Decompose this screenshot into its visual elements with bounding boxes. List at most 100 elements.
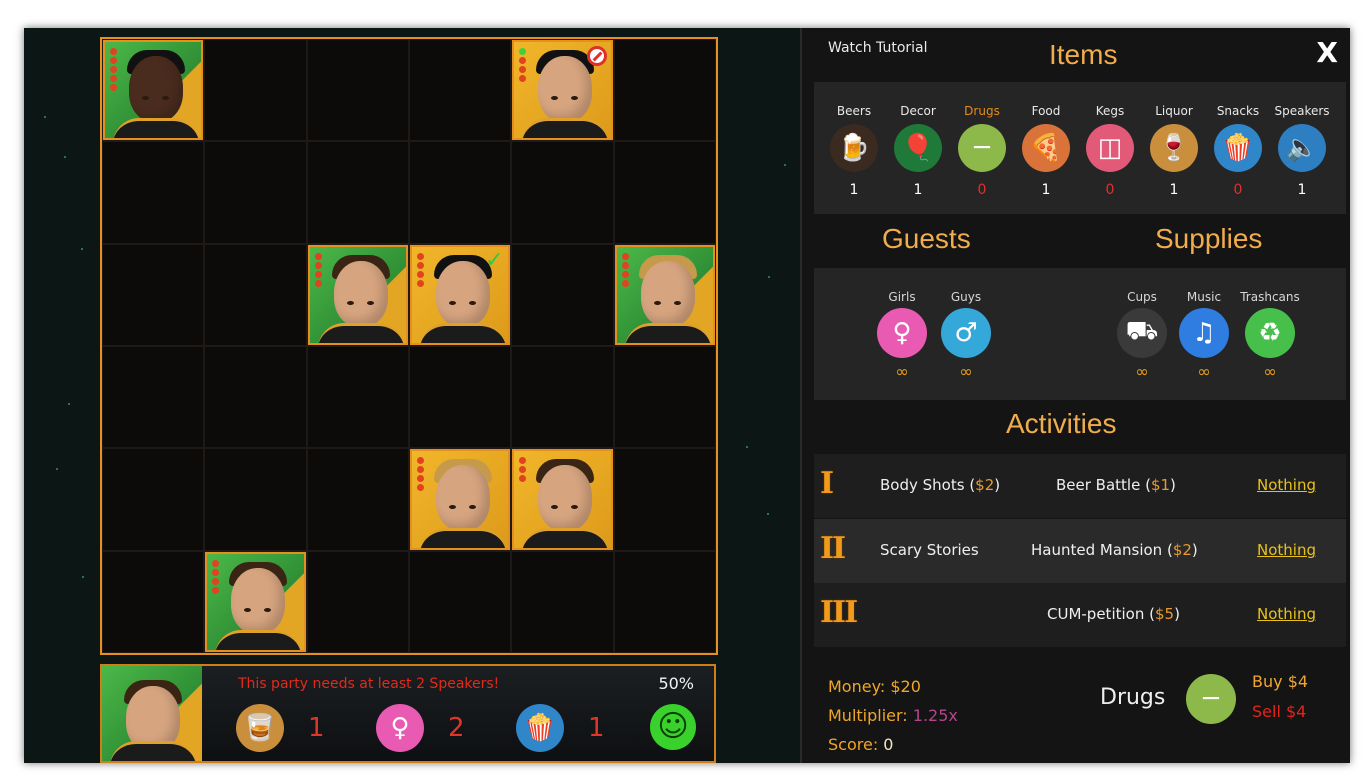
grid-cell[interactable] [613,243,716,346]
item-label: Speakers [1274,104,1330,118]
guest-portrait[interactable]: ✓ [410,244,511,345]
star [81,248,83,250]
prohibited-icon [586,46,607,66]
slot-label: Cups [1127,290,1157,304]
activity-option[interactable]: Scary Stories [880,541,979,559]
grid-cell[interactable] [102,448,205,551]
grid-cell[interactable] [409,141,512,244]
grid-cell[interactable] [102,243,205,346]
grid-cell[interactable] [204,346,307,449]
grid-cell[interactable] [409,39,512,142]
mood-dot [621,279,629,287]
grid-cell[interactable] [204,141,307,244]
shirt [317,323,404,343]
score-label: Score: [828,735,879,754]
grid-cell[interactable] [102,550,205,653]
buy-button[interactable]: Buy $4 [1252,672,1308,691]
item-qty: 1 [1297,182,1307,198]
grid-cell[interactable] [409,346,512,449]
activity-option[interactable]: CUM-petition ($5) [1047,605,1180,623]
shirt [624,323,711,343]
grid-cell[interactable] [613,346,716,449]
grid-cell[interactable] [511,550,614,653]
tier-numeral: II [820,531,846,566]
activity-option[interactable]: Beer Battle ($1) [1056,476,1176,494]
activity-option[interactable]: Haunted Mansion ($2) [1031,541,1198,559]
grid-cell[interactable] [511,346,614,449]
guest-info-bar: This party needs at least 2 Speakers! 50… [100,664,716,763]
guest-portrait[interactable] [512,40,613,141]
item-label: Liquor [1155,104,1193,118]
guest-portrait[interactable] [205,551,306,652]
shirt [420,527,506,548]
grid-cell[interactable] [409,448,512,551]
watch-tutorial-link[interactable]: Watch Tutorial [828,40,928,56]
grid-cell[interactable] [511,448,614,551]
grid-cell[interactable] [306,346,409,449]
grid-cell[interactable] [102,141,205,244]
grid-cell[interactable] [306,448,409,551]
grid-cell[interactable] [204,448,307,551]
grid-cell[interactable]: ✓ [409,243,512,346]
item-kegs[interactable]: Kegs ◫ 0 [1078,104,1142,198]
grid-cell[interactable] [613,39,716,142]
activity-choice-link[interactable]: Nothing [1257,541,1316,559]
guest-portrait[interactable] [307,244,408,345]
item-qty: 0 [977,182,987,198]
grid-cell[interactable] [409,550,512,653]
grid-cell[interactable] [306,550,409,653]
grid-cell[interactable] [204,243,307,346]
item-qty: 0 [1233,182,1243,198]
guest-portrait[interactable] [410,449,511,550]
grid-cell[interactable] [102,39,205,142]
grid-cell[interactable] [511,243,614,346]
guests-title: Guests [882,223,971,254]
slot-label: Guys [950,290,982,304]
item-liquor[interactable]: Liquor 🍷 1 [1142,104,1206,198]
infinite-qty: ∞ [895,362,909,381]
guest-girls[interactable]: Girls ♀ ∞ [872,290,932,381]
supplie-music[interactable]: Music ♫ ∞ [1174,290,1234,381]
shirt [522,527,609,548]
mood-dot [519,66,527,73]
item-drugs[interactable]: Drugs ─ 0 [950,104,1014,198]
grid-cell[interactable] [613,550,716,653]
satisfaction-percent: 50% [658,674,694,693]
selected-guest-portrait[interactable] [102,666,202,761]
activity-tier-2: II Scary Stories Haunted Mansion ($2) Nothi… [814,519,1346,583]
buy-price: $4 [1287,672,1309,691]
star [56,468,58,470]
supplie-cups[interactable]: Cups ⛟ ∞ [1112,290,1172,381]
item-speakers[interactable]: Speakers 🔈 1 [1270,104,1334,198]
item-beers[interactable]: Beers 🍺 1 [822,104,886,198]
grid-cell[interactable] [511,39,614,142]
shirt [420,323,506,343]
grid-cell[interactable] [306,141,409,244]
item-food[interactable]: Food 🍕 1 [1014,104,1078,198]
guest-portrait[interactable] [512,449,613,550]
grid-cell[interactable] [511,141,614,244]
guest-guys[interactable]: Guys ♂ ∞ [936,290,996,381]
grid-cell[interactable] [306,243,409,346]
close-button[interactable]: X [1316,36,1338,69]
grid-cell[interactable] [306,39,409,142]
grid-cell[interactable] [204,39,307,142]
guest-portrait[interactable] [614,244,715,345]
item-snacks[interactable]: Snacks 🍿 0 [1206,104,1270,198]
grid-cell[interactable] [613,141,716,244]
face [436,465,490,532]
item-decor[interactable]: Decor 🎈 1 [886,104,950,198]
sell-button[interactable]: Sell $4 [1252,702,1306,721]
guest-portrait[interactable] [103,40,204,141]
activity-choice-link[interactable]: Nothing [1257,605,1316,623]
grid-cell[interactable] [204,550,307,653]
activity-price: $5 [1154,605,1175,623]
grid-cell[interactable] [102,346,205,449]
activity-option[interactable]: Body Shots ($2) [880,476,1000,494]
eye [142,96,149,100]
supplie-trashcans[interactable]: Trashcans ♻ ∞ [1240,290,1300,381]
item-label: Kegs [1095,104,1125,118]
item-label: Food [1031,104,1061,118]
grid-cell[interactable] [613,448,716,551]
activity-choice-link[interactable]: Nothing [1257,476,1316,494]
